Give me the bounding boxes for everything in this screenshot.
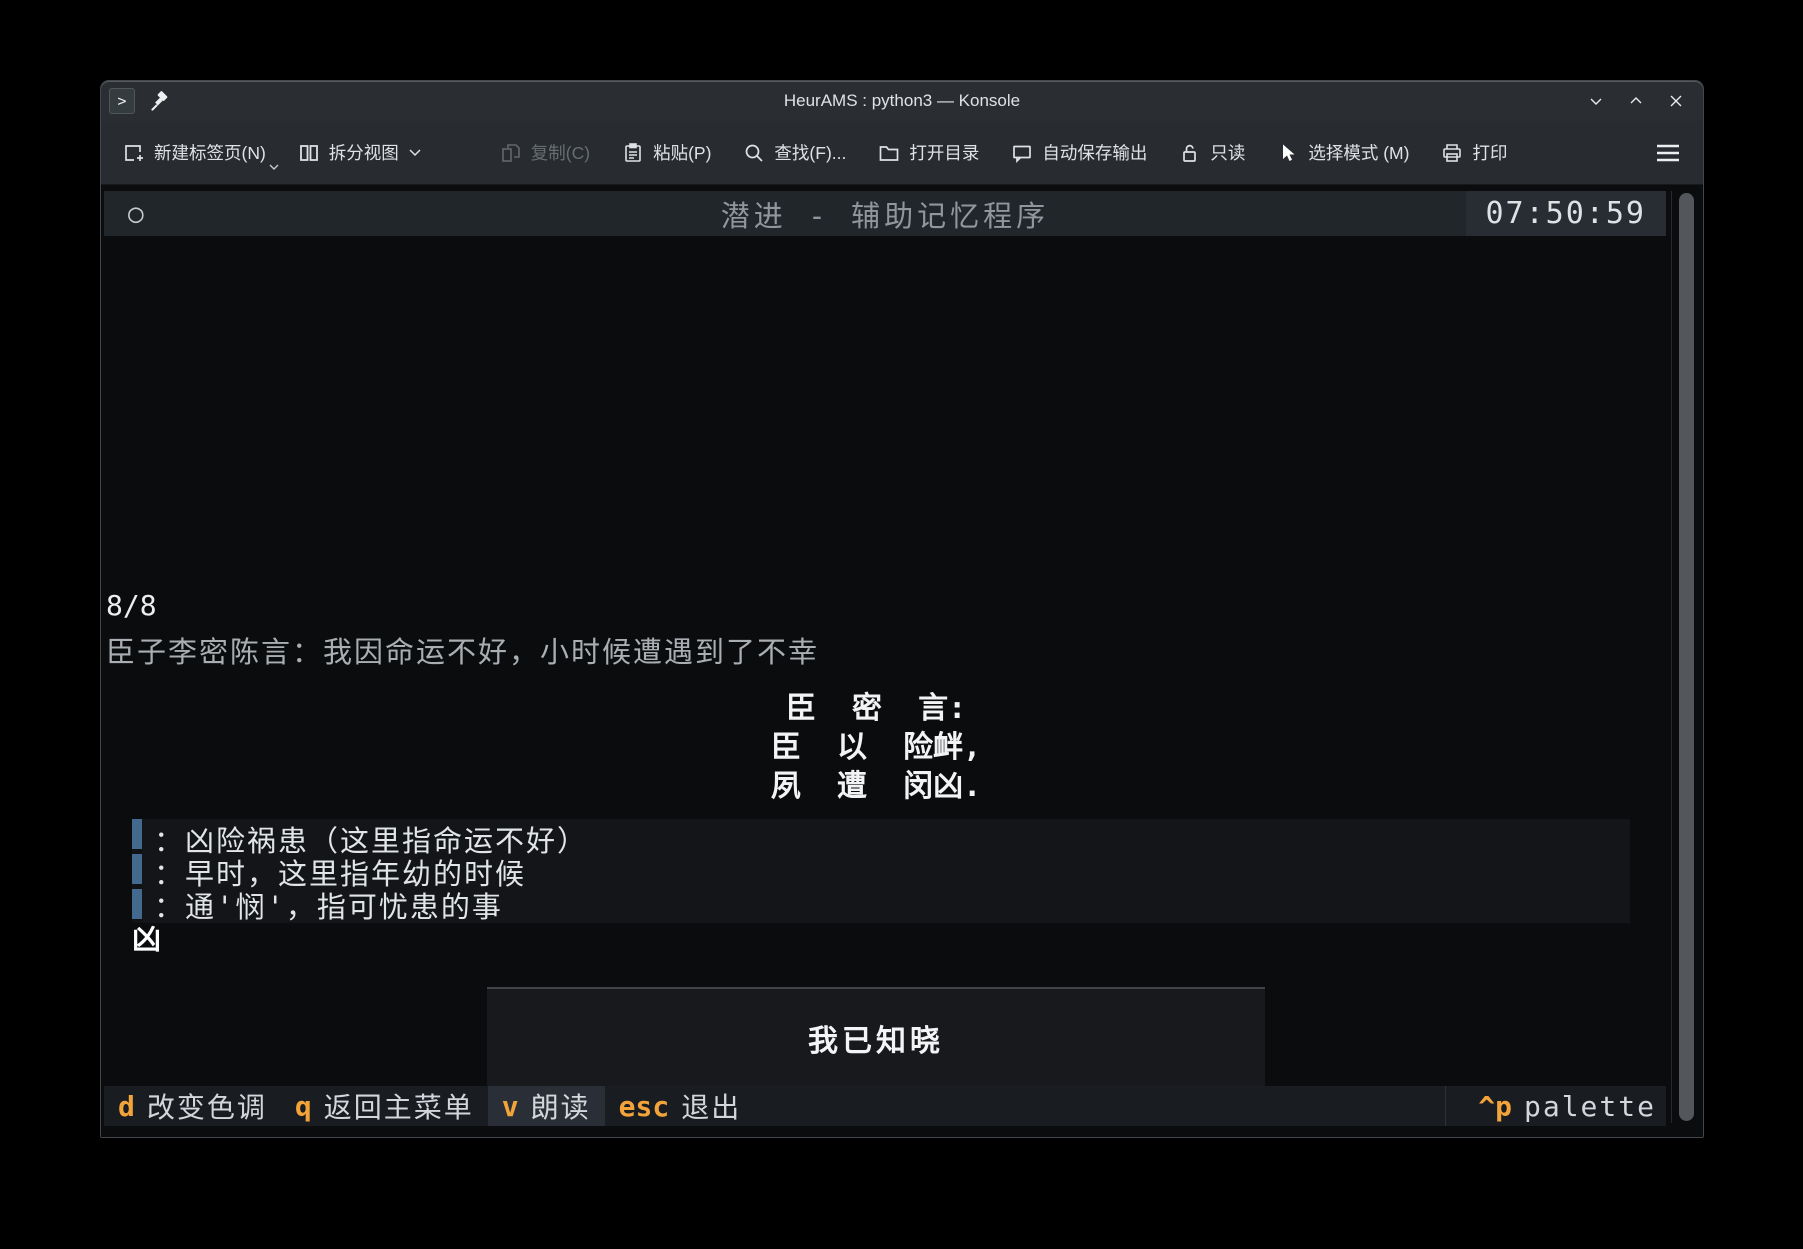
- progress-counter: 8/8: [106, 589, 157, 622]
- chevron-down-icon: [408, 148, 422, 157]
- output-bubble-icon: [1011, 142, 1033, 164]
- keybinding-palette[interactable]: ^p palette: [1464, 1086, 1666, 1126]
- annotation-panel: 险衅：凶险祸患（这里指命运不好） 夙：早时，这里指年幼的时候 闵：通'悯'，指可…: [132, 819, 1630, 965]
- footer-divider: [1445, 1086, 1446, 1126]
- key-label: 改变色调: [147, 1086, 267, 1126]
- chevron-down-icon: [268, 163, 280, 171]
- copy-label: 复制(C): [531, 140, 590, 165]
- select-mode-button[interactable]: 选择模式 (M): [1267, 132, 1419, 173]
- tui-header: ○ 潜进 - 辅助记忆程序 07:50:59: [104, 191, 1666, 236]
- hamburger-icon[interactable]: [1645, 135, 1691, 171]
- toolbar: 新建标签页(N) 拆分视图 复制(C): [101, 121, 1703, 185]
- key-hint: d: [118, 1090, 135, 1123]
- split-view-button[interactable]: 拆分视图: [288, 132, 432, 173]
- terminal-screen[interactable]: ○ 潜进 - 辅助记忆程序 07:50:59 8/8 臣子李密陈言：我因命运不好…: [101, 185, 1703, 1137]
- keybinding-change-theme[interactable]: d 改变色调: [104, 1086, 281, 1126]
- tui-footer: d 改变色调 q 返回主菜单 v 朗读 esc 退出 ^p palette: [104, 1086, 1666, 1126]
- print-button[interactable]: 打印: [1431, 132, 1517, 173]
- annotation-def: ：早时，这里指年幼的时候: [154, 857, 526, 891]
- scrollbar-track: [1671, 191, 1672, 1123]
- key-label: palette: [1524, 1090, 1656, 1123]
- key-hint: v: [502, 1090, 519, 1123]
- key-label: 朗读: [531, 1086, 591, 1126]
- open-directory-button[interactable]: 打开目录: [868, 132, 989, 173]
- key-hint: ^p: [1478, 1090, 1512, 1123]
- acknowledge-button[interactable]: 我已知晓: [487, 987, 1265, 1086]
- split-view-label: 拆分视图: [329, 140, 399, 165]
- konsole-window: > HeurAMS : python3 — Konsole: [100, 80, 1704, 1138]
- paste-label: 粘贴(P): [653, 140, 711, 165]
- paste-button[interactable]: 粘贴(P): [612, 132, 721, 173]
- key-label: 退出: [681, 1086, 741, 1126]
- clock: 07:50:59: [1466, 191, 1667, 236]
- verse-block: 臣 密 言: 臣 以 险衅, 夙 遭 闵凶.: [101, 689, 1651, 806]
- paste-icon: [622, 142, 644, 164]
- select-mode-label: 选择模式 (M): [1308, 140, 1409, 165]
- read-only-button[interactable]: 只读: [1169, 132, 1255, 173]
- maximize-icon[interactable]: [1623, 88, 1649, 114]
- acknowledge-button-label: 我已知晓: [808, 1016, 944, 1060]
- key-hint: q: [295, 1090, 312, 1123]
- new-tab-label: 新建标签页(N): [154, 140, 266, 165]
- pin-icon[interactable]: [147, 90, 169, 112]
- search-icon: [743, 142, 765, 164]
- autosave-output-button[interactable]: 自动保存输出: [1001, 132, 1157, 173]
- find-button[interactable]: 查找(F)...: [733, 132, 856, 173]
- tui-title: 潜进 - 辅助记忆程序: [104, 193, 1666, 235]
- annotation-line: 夙：早时，这里指年幼的时候: [154, 858, 1630, 891]
- copy-button[interactable]: 复制(C): [490, 132, 600, 173]
- annotation-def: ：凶险祸患（这里指命运不好）: [154, 824, 588, 858]
- keybinding-exit[interactable]: esc 退出: [605, 1086, 756, 1126]
- verse-line: 夙 遭 闵凶.: [101, 767, 1651, 806]
- annotation-line: 凶：不幸，指丧父: [154, 924, 1630, 957]
- annotation-term: 凶: [132, 923, 1630, 965]
- open-directory-label: 打开目录: [909, 140, 979, 165]
- annotation-def: ：通'悯'，指可忧患的事: [154, 890, 503, 924]
- new-tab-button[interactable]: 新建标签页(N): [113, 132, 276, 173]
- autosave-output-label: 自动保存输出: [1042, 140, 1147, 165]
- verse-line: 臣 以 险衅,: [101, 728, 1651, 767]
- verse-line: 臣 密 言:: [101, 689, 1651, 728]
- key-label: 返回主菜单: [324, 1086, 474, 1126]
- translation-hint: 臣子李密陈言：我因命运不好，小时候遭遇到了不幸: [106, 629, 819, 671]
- folder-icon: [878, 142, 900, 164]
- keybinding-main-menu[interactable]: q 返回主菜单: [281, 1086, 488, 1126]
- keybinding-read-aloud[interactable]: v 朗读: [488, 1086, 605, 1126]
- new-tab-icon: [123, 142, 145, 164]
- key-hint: esc: [619, 1090, 670, 1123]
- copy-icon: [500, 142, 522, 164]
- cursor-icon: [1277, 142, 1299, 164]
- split-view-icon: [298, 142, 320, 164]
- close-icon[interactable]: [1663, 88, 1689, 114]
- minimize-icon[interactable]: [1583, 88, 1609, 114]
- konsole-app-icon: >: [109, 88, 135, 114]
- unlock-icon: [1179, 142, 1201, 164]
- annotation-line: 闵：通'悯'，指可忧患的事: [154, 891, 1630, 924]
- print-label: 打印: [1472, 140, 1507, 165]
- printer-icon: [1441, 142, 1463, 164]
- window-title: HeurAMS : python3 — Konsole: [101, 91, 1703, 111]
- annotation-line: 险衅：凶险祸患（这里指命运不好）: [154, 825, 1630, 858]
- read-only-label: 只读: [1210, 140, 1245, 165]
- titlebar: > HeurAMS : python3 — Konsole: [101, 81, 1703, 121]
- scrollbar-thumb[interactable]: [1679, 193, 1694, 1121]
- find-label: 查找(F)...: [774, 140, 846, 165]
